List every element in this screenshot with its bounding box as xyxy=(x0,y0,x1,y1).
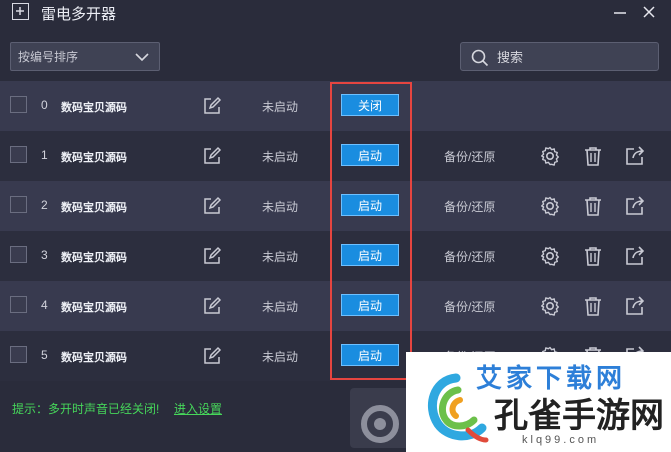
row-status: 未启动 xyxy=(262,250,299,264)
trash-icon[interactable] xyxy=(582,295,604,317)
settings-gear-icon[interactable] xyxy=(539,245,561,267)
title-bar: 雷电多开器 xyxy=(0,0,671,26)
sort-dropdown-value: 按编号排序 xyxy=(18,50,79,64)
row-checkbox[interactable] xyxy=(10,296,27,313)
share-icon[interactable] xyxy=(624,195,646,217)
row-status: 未启动 xyxy=(262,150,299,164)
row-checkbox[interactable] xyxy=(10,96,27,113)
trash-icon[interactable] xyxy=(582,245,604,267)
backup-restore-link[interactable]: 备份/还原 xyxy=(444,248,495,265)
edit-icon[interactable] xyxy=(202,196,222,216)
watermark-main-text: 孔雀手游网 xyxy=(494,396,664,436)
row-name: 数码宝贝源码 xyxy=(61,202,127,214)
row-status: 未启动 xyxy=(262,350,299,364)
chevron-down-icon xyxy=(135,53,149,62)
search-box[interactable] xyxy=(460,42,659,71)
background-logo xyxy=(350,388,410,448)
settings-link[interactable]: 进入设置 xyxy=(174,400,222,417)
settings-gear-icon[interactable] xyxy=(539,145,561,167)
edit-icon[interactable] xyxy=(202,296,222,316)
search-input[interactable] xyxy=(497,47,647,67)
share-icon[interactable] xyxy=(624,295,646,317)
backup-restore-link[interactable]: 备份/还原 xyxy=(444,298,495,315)
edit-icon[interactable] xyxy=(202,346,222,366)
row-status: 未启动 xyxy=(262,200,299,214)
footer-tip: 提示：多开时声音已经关闭! xyxy=(12,402,160,416)
row-name: 数码宝贝源码 xyxy=(61,152,127,164)
row-status: 未启动 xyxy=(262,300,299,314)
watermark-sub-text: klq99.com xyxy=(522,434,600,446)
row-status: 未启动 xyxy=(262,100,299,114)
row-index: 5 xyxy=(41,348,48,362)
edit-icon[interactable] xyxy=(202,96,222,116)
sort-dropdown[interactable]: 按编号排序 xyxy=(10,42,160,71)
settings-gear-icon[interactable] xyxy=(539,195,561,217)
search-icon xyxy=(471,49,489,67)
share-icon[interactable] xyxy=(624,145,646,167)
row-index: 4 xyxy=(41,298,48,312)
trash-icon[interactable] xyxy=(582,145,604,167)
edit-icon[interactable] xyxy=(202,246,222,266)
row-index: 3 xyxy=(41,248,48,262)
row-index: 0 xyxy=(41,98,48,112)
app-plus-icon xyxy=(12,3,29,20)
row-index: 1 xyxy=(41,148,48,162)
row-checkbox[interactable] xyxy=(10,346,27,363)
row-name: 数码宝贝源码 xyxy=(61,352,127,364)
row-checkbox[interactable] xyxy=(10,146,27,163)
edit-icon[interactable] xyxy=(202,146,222,166)
settings-gear-icon[interactable] xyxy=(539,295,561,317)
row-name: 数码宝贝源码 xyxy=(61,302,127,314)
row-index: 2 xyxy=(41,198,48,212)
highlight-box xyxy=(330,82,412,380)
row-checkbox[interactable] xyxy=(10,246,27,263)
window-title: 雷电多开器 xyxy=(41,6,117,23)
trash-icon[interactable] xyxy=(582,195,604,217)
row-checkbox[interactable] xyxy=(10,196,27,213)
minimize-icon[interactable] xyxy=(610,2,630,22)
close-icon[interactable] xyxy=(639,2,659,22)
row-name: 数码宝贝源码 xyxy=(61,252,127,264)
backup-restore-link[interactable]: 备份/还原 xyxy=(444,148,495,165)
share-icon[interactable] xyxy=(624,245,646,267)
row-name: 数码宝贝源码 xyxy=(61,102,127,114)
backup-restore-link[interactable]: 备份/还原 xyxy=(444,198,495,215)
watermark: 艾家下载网 孔雀手游网 klq99.com xyxy=(406,352,671,452)
